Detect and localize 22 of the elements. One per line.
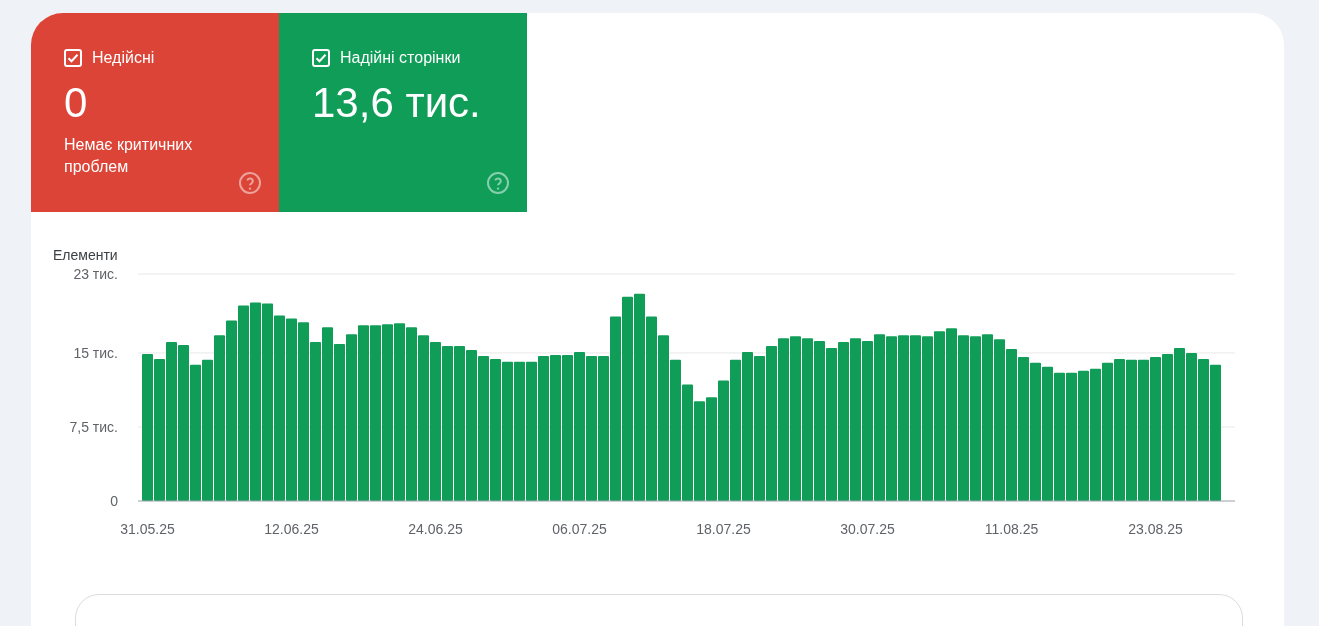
x-axis-label: 31.05.25	[120, 521, 175, 537]
card-value: 0	[64, 78, 89, 128]
checkbox-icon[interactable]	[312, 49, 330, 67]
chart-title: Елементи	[53, 246, 119, 264]
x-axis-label: 12.06.25	[264, 521, 319, 537]
card-value: 13,6 тис.	[312, 78, 482, 128]
x-axis-label: 06.07.25	[552, 521, 607, 537]
status-card[interactable]: Недійсні 0 Немає критичних проблем	[31, 13, 279, 212]
x-axis-label: 18.07.25	[696, 521, 751, 537]
y-axis-label: 0	[110, 493, 118, 509]
x-axis-label: 11.08.25	[984, 521, 1039, 537]
card-label: Надійні сторінки	[340, 48, 461, 68]
x-axis-label: 23.08.25	[1128, 521, 1183, 537]
x-axis-label: 24.06.25	[408, 521, 463, 537]
y-axis-label: 15 тис.	[73, 344, 118, 361]
y-axis-label: 7,5 тис.	[69, 419, 118, 435]
status-card[interactable]: Надійні сторінки 13,6 тис.	[279, 13, 527, 212]
x-axis-label: 30.07.25	[840, 521, 895, 537]
y-axis-label: 23 тис.	[73, 266, 118, 282]
card-note: Немає критичних проблем	[64, 135, 194, 177]
card-label: Недійсні	[92, 48, 155, 68]
checkbox-icon[interactable]	[64, 49, 82, 67]
